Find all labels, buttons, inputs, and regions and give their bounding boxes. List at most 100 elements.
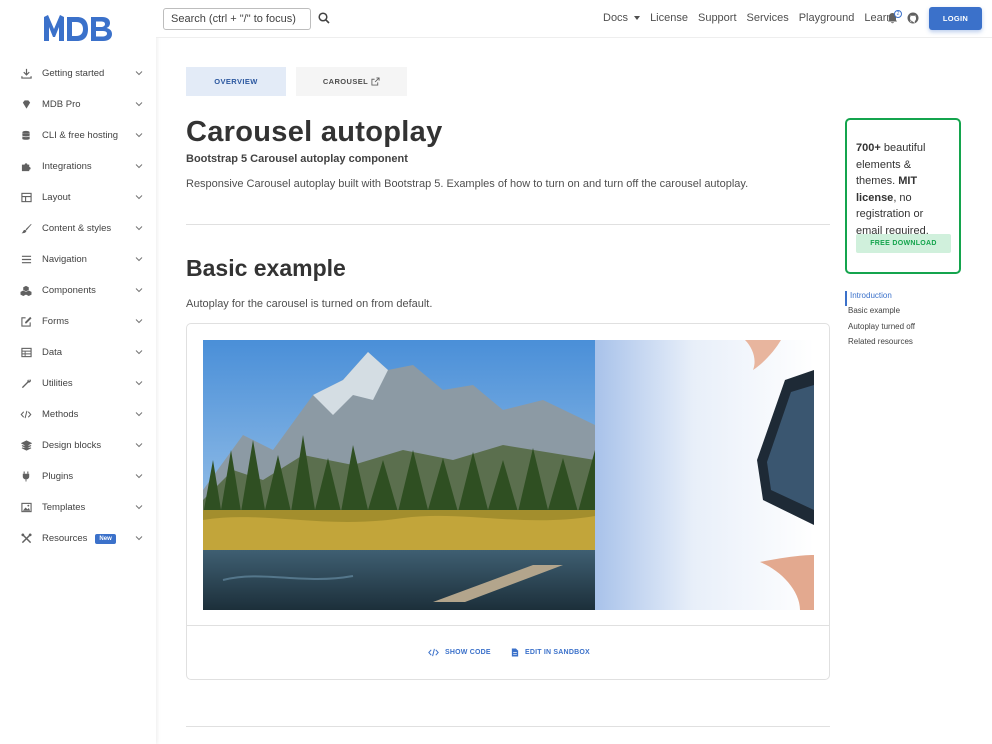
show-code-button[interactable]: SHOW CODE [428, 648, 491, 657]
chevron-down-icon [135, 412, 143, 417]
search-icon[interactable] [318, 12, 330, 24]
sidebar-item-label: Methods [42, 409, 79, 420]
sidebar-item-label: Data [42, 347, 63, 358]
sidebar-item-label: Resources [42, 533, 88, 544]
sidebar-item-label: CLI & free hosting [42, 130, 119, 141]
sidebar-item-label: Content & styles [42, 223, 112, 234]
layer-group-icon [20, 440, 32, 452]
sidebar-item-label: Utilities [42, 378, 73, 389]
divider [186, 224, 830, 225]
toc-item-autoplay-off[interactable]: Autoplay turned off [845, 322, 915, 337]
carousel-slide-tablet-image [595, 340, 814, 610]
sidebar: Getting started MDB Pro CLI & free hosti… [0, 0, 156, 744]
chevron-down-icon [135, 381, 143, 386]
divider [186, 726, 830, 727]
chevron-down-icon [135, 257, 143, 262]
sidebar-item-label: Plugins [42, 471, 74, 482]
sidebar-item-label: Forms [42, 316, 69, 327]
chevron-down-icon [135, 443, 143, 448]
section-description: Autoplay for the carousel is turned on f… [186, 298, 433, 310]
sidebar-item-design-blocks[interactable]: Design blocks [0, 430, 156, 461]
nav-link-docs[interactable]: Docs [603, 12, 641, 24]
database-icon [20, 130, 32, 142]
chevron-down-icon [135, 319, 143, 324]
sidebar-item-plugins[interactable]: Plugins [0, 461, 156, 492]
nav-link-playground[interactable]: Playground [799, 12, 855, 24]
show-code-label: SHOW CODE [445, 649, 491, 656]
sidebar-menu: Getting started MDB Pro CLI & free hosti… [0, 58, 156, 554]
chevron-down-icon [135, 226, 143, 231]
new-badge: New [95, 533, 116, 544]
table-layout-icon [20, 192, 32, 204]
sidebar-item-label: Templates [42, 502, 86, 513]
toc-item-basic-example[interactable]: Basic example [845, 306, 915, 321]
promo-card: 700+ beautiful elements & themes. MIT li… [845, 118, 961, 274]
sidebar-item-templates[interactable]: Templates [0, 492, 156, 523]
list-icon [20, 254, 32, 266]
sidebar-item-label: Design blocks [42, 440, 102, 451]
sidebar-item-label: Navigation [42, 254, 87, 265]
nav-link-license[interactable]: License [650, 12, 688, 24]
sidebar-item-navigation[interactable]: Navigation [0, 244, 156, 275]
sidebar-item-forms[interactable]: Forms [0, 306, 156, 337]
github-icon[interactable] [907, 12, 919, 24]
example-preview: SHOW CODE EDIT IN SANDBOX [186, 323, 830, 680]
caret-down-icon [634, 16, 641, 21]
sidebar-item-integrations[interactable]: Integrations [0, 151, 156, 182]
sidebar-item-label: MDB Pro [42, 99, 81, 110]
brush-icon [20, 223, 32, 235]
sidebar-item-cli-hosting[interactable]: CLI & free hosting [0, 120, 156, 151]
sidebar-item-resources[interactable]: Resources New [0, 523, 156, 554]
promo-count: 700+ [856, 142, 881, 154]
sidebar-item-methods[interactable]: Methods [0, 399, 156, 430]
wrench-icon [20, 378, 32, 390]
cubes-icon [20, 285, 32, 297]
promo-text: 700+ beautiful elements & themes. MIT li… [856, 140, 950, 239]
chevron-down-icon [135, 102, 143, 107]
sidebar-item-label: Components [42, 285, 96, 296]
table-of-contents: Introduction Basic example Autoplay turn… [845, 291, 915, 352]
free-download-button[interactable]: FREE DOWNLOAD [856, 234, 951, 253]
edit-sandbox-button[interactable]: EDIT IN SANDBOX [511, 648, 590, 657]
sidebar-item-label: Integrations [42, 161, 92, 172]
page-subtitle: Bootstrap 5 Carousel autoplay component [186, 153, 408, 165]
carousel-slide-mountain-image [203, 340, 595, 610]
notification-count: 2 [894, 10, 902, 18]
image-icon [20, 502, 32, 514]
nav-link-services[interactable]: Services [747, 12, 789, 24]
page-description: Responsive Carousel autoplay built with … [186, 178, 749, 190]
search-input[interactable] [163, 8, 311, 30]
login-button[interactable]: LOGIN [929, 7, 982, 30]
code-icon [428, 648, 439, 657]
sidebar-item-data[interactable]: Data [0, 337, 156, 368]
mdb-logo[interactable] [44, 15, 112, 41]
chevron-down-icon [135, 133, 143, 138]
toc-item-related-resources[interactable]: Related resources [845, 337, 915, 352]
nav-link-label: Docs [603, 12, 629, 24]
sidebar-item-layout[interactable]: Layout [0, 182, 156, 213]
sidebar-item-getting-started[interactable]: Getting started [0, 58, 156, 89]
toc-item-introduction[interactable]: Introduction [845, 291, 915, 307]
chevron-down-icon [135, 164, 143, 169]
page-title: Carousel autoplay [186, 116, 443, 148]
section-title: Basic example [186, 255, 346, 281]
external-link-icon [371, 77, 380, 86]
nav-links: Docs License Support Services Playground… [603, 12, 903, 24]
sidebar-item-utilities[interactable]: Utilities [0, 368, 156, 399]
chevron-down-icon [135, 288, 143, 293]
tab-carousel[interactable]: CAROUSEL [296, 67, 407, 96]
tab-overview[interactable]: OVERVIEW [186, 67, 286, 96]
sidebar-item-mdb-pro[interactable]: MDB Pro [0, 89, 156, 120]
file-icon [511, 648, 519, 657]
nav-link-support[interactable]: Support [698, 12, 737, 24]
sidebar-item-components[interactable]: Components [0, 275, 156, 306]
plug-icon [20, 471, 32, 483]
table-icon [20, 347, 32, 359]
carousel[interactable] [203, 340, 814, 610]
download-icon [20, 68, 32, 80]
chevron-down-icon [135, 350, 143, 355]
sidebar-item-content-styles[interactable]: Content & styles [0, 213, 156, 244]
chevron-down-icon [135, 536, 143, 541]
gem-icon [20, 99, 32, 111]
code-icon [20, 409, 32, 421]
